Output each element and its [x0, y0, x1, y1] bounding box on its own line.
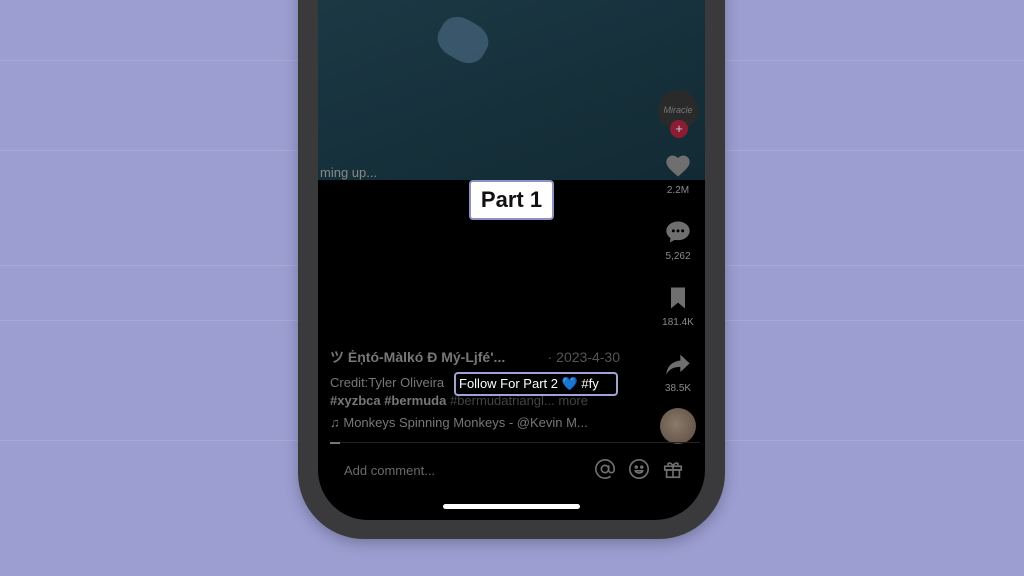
video-content: [431, 10, 495, 70]
save-button[interactable]: 181.4K: [656, 276, 700, 328]
gift-icon[interactable]: [662, 458, 684, 480]
phone-screen: ming up... Miracle + 2.2M 5,262 181.4K 38…: [318, 0, 705, 520]
like-count: 2.2M: [666, 185, 690, 196]
comment-button[interactable]: 5,262: [656, 210, 700, 262]
creator-avatar[interactable]: Miracle +: [656, 90, 700, 138]
video-player[interactable]: ming up...: [318, 0, 705, 180]
hashtags[interactable]: #xyzbca #bermuda: [330, 393, 446, 408]
like-button[interactable]: 2.2M: [656, 144, 700, 196]
emoji-icon[interactable]: [628, 458, 650, 480]
mention-icon[interactable]: [594, 458, 616, 480]
share-button[interactable]: 38.5K: [656, 342, 700, 394]
author-name[interactable]: ツ Ėņtó-Màlkó Ð Mý-Ljfé'...: [330, 348, 505, 366]
part-1-label: Part 1: [469, 180, 554, 220]
bookmark-icon: [671, 287, 685, 309]
music-title[interactable]: ♫ Monkeys Spinning Monkeys - @Kevin M...: [330, 414, 620, 432]
music-disc[interactable]: [660, 408, 696, 444]
follow-plus-icon[interactable]: +: [670, 120, 688, 138]
comment-count: 5,262: [665, 251, 691, 262]
share-count: 38.5K: [664, 383, 692, 394]
video-progress[interactable]: [330, 442, 700, 444]
video-caption: ming up...: [320, 165, 378, 180]
action-rail: Miracle + 2.2M 5,262 181.4K 38.5K: [656, 90, 700, 448]
comment-icon: [666, 221, 690, 243]
save-count: 181.4K: [662, 317, 694, 328]
follow-for-part-2-label: Follow For Part 2 💙 #fy: [454, 372, 618, 396]
home-indicator[interactable]: [443, 504, 580, 509]
share-icon: [666, 354, 690, 375]
heart-icon: [666, 155, 690, 177]
comment-input[interactable]: Add comment...: [344, 463, 435, 478]
avatar-text: Miracle: [663, 105, 693, 115]
post-date: · 2023-4-30: [547, 349, 620, 365]
